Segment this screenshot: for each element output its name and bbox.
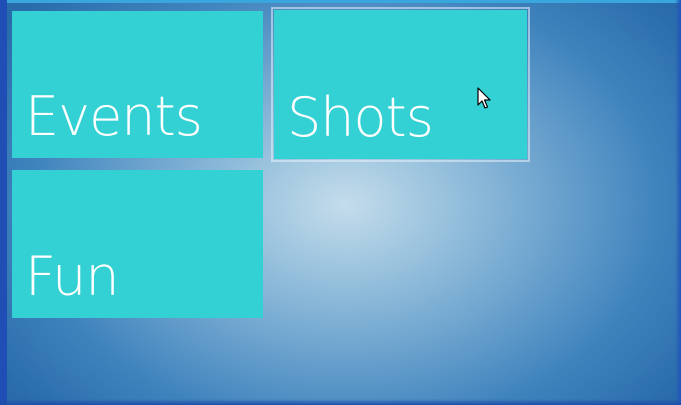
tile-label-fun: Fun: [25, 245, 120, 308]
tile-fun[interactable]: Fun: [12, 170, 263, 318]
start-screen-background: Events Shots Fun: [0, 0, 681, 405]
right-edge-shade: [675, 0, 681, 405]
mouse-pointer-icon: [477, 87, 491, 109]
top-edge-bar: [0, 0, 681, 3]
tile-label-events: Events: [25, 85, 203, 148]
tile-shots[interactable]: Shots: [271, 7, 530, 162]
bottom-edge-shade: [0, 399, 681, 405]
tile-label-shots: Shots: [287, 86, 434, 149]
tile-events[interactable]: Events: [12, 11, 263, 158]
left-edge-bar: [0, 0, 7, 405]
